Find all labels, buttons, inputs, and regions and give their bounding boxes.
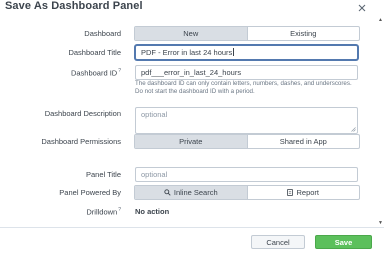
- panel-title-input[interactable]: optional: [135, 167, 358, 182]
- save-as-dashboard-panel-dialog: Save As Dashboard Panel Dashboard New Ex…: [0, 0, 384, 257]
- powered-by-option-inline-search[interactable]: Inline Search: [135, 186, 247, 199]
- search-icon: [164, 189, 171, 196]
- help-icon[interactable]: ?: [118, 207, 121, 213]
- drilldown-value: No action: [135, 207, 170, 216]
- dialog-footer: Cancel Save: [0, 227, 384, 258]
- dashboard-label: Dashboard: [84, 29, 121, 38]
- powered-by-option-report[interactable]: Report: [246, 186, 360, 199]
- dashboard-description-placeholder: optional: [141, 110, 168, 119]
- dashboard-title-input[interactable]: PDF - Error in last 24 hours: [135, 45, 358, 60]
- dashboard-id-label-text: Dashboard ID: [70, 68, 118, 78]
- permissions-option-private[interactable]: Private: [135, 135, 247, 148]
- dashboard-id-label: Dashboard ID?: [71, 68, 121, 78]
- dashboard-description-label: Dashboard Description: [44, 109, 121, 118]
- scroll-up-icon[interactable]: ▲: [378, 17, 383, 23]
- scrollbar[interactable]: ▲ ▼: [377, 17, 384, 227]
- dialog-body: Dashboard New Existing Dashboard Title P…: [0, 17, 384, 227]
- dialog-header: Save As Dashboard Panel: [0, 0, 384, 16]
- scrollbar-track[interactable]: [377, 17, 384, 227]
- report-icon: [287, 189, 294, 196]
- resize-grip-icon[interactable]: [351, 127, 356, 132]
- inline-search-label: Inline Search: [173, 188, 218, 197]
- drilldown-label-text: Drilldown: [86, 207, 118, 217]
- dialog-title: Save As Dashboard Panel: [5, 0, 143, 12]
- drilldown-label: Drilldown?: [86, 207, 121, 217]
- dashboard-permissions-label: Dashboard Permissions: [41, 137, 121, 146]
- dashboard-description-textarea[interactable]: optional: [135, 107, 358, 134]
- save-button[interactable]: Save: [315, 235, 372, 249]
- permissions-option-shared-in-app[interactable]: Shared in App: [246, 135, 360, 148]
- report-label: Report: [296, 188, 319, 197]
- cancel-button[interactable]: Cancel: [251, 235, 305, 249]
- dashboard-permissions-toggle: Private Shared in App: [134, 134, 360, 149]
- dashboard-id-help-text: The dashboard ID can only contain letter…: [135, 80, 352, 95]
- dashboard-toggle: New Existing: [134, 26, 360, 41]
- scroll-down-icon[interactable]: ▼: [378, 220, 383, 226]
- dashboard-option-new[interactable]: New: [135, 27, 247, 40]
- panel-title-label: Panel Title: [85, 170, 121, 179]
- text-cursor: [233, 48, 234, 56]
- dashboard-option-existing[interactable]: Existing: [246, 27, 360, 40]
- dashboard-title-value: PDF - Error in last 24 hours: [141, 48, 233, 57]
- help-icon[interactable]: ?: [118, 68, 121, 74]
- panel-powered-by-label: Panel Powered By: [59, 188, 121, 197]
- close-icon[interactable]: [356, 1, 368, 13]
- dashboard-id-input[interactable]: pdf___error_in_last_24_hours: [135, 65, 358, 80]
- dashboard-title-label: Dashboard Title: [68, 48, 121, 57]
- panel-powered-by-toggle: Inline Search Report: [134, 185, 360, 200]
